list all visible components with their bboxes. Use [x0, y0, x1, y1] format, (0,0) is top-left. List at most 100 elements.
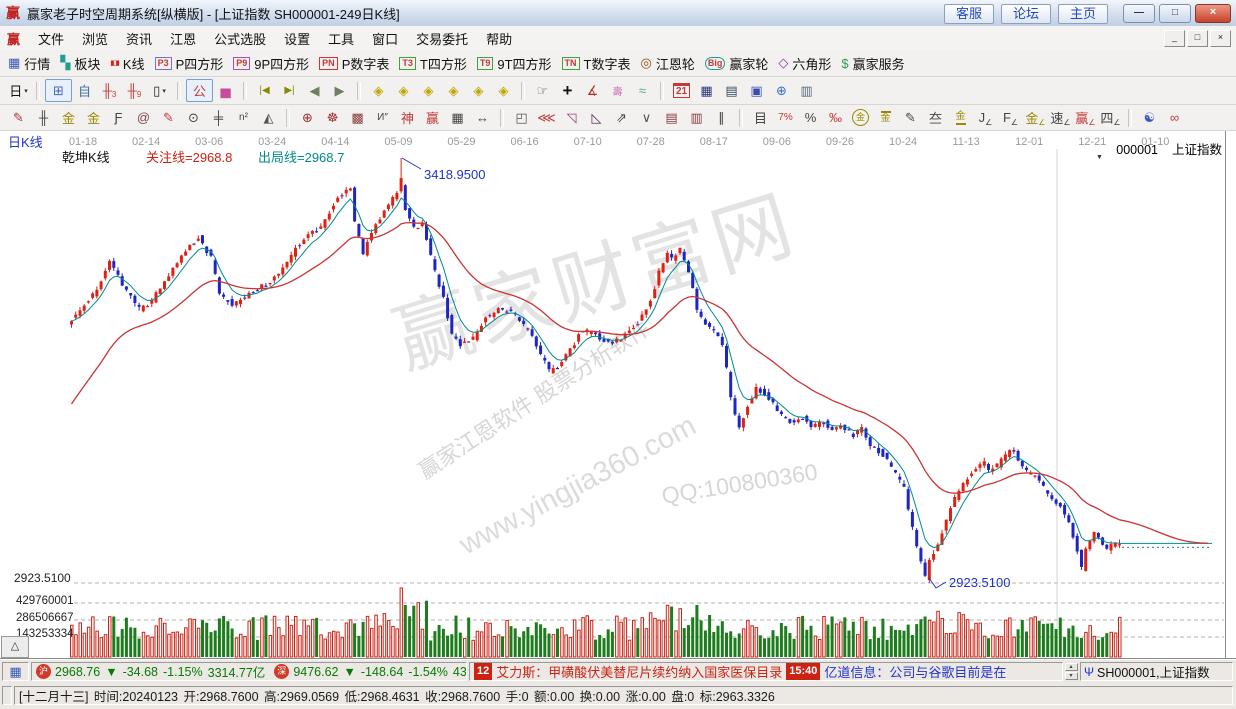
tool-winner-angle[interactable]: 赢∠	[1073, 107, 1098, 128]
tool-hand-tool[interactable]: ☞	[530, 80, 555, 101]
tool-candle-style[interactable]: ▯▾	[147, 80, 172, 101]
tool-colored-report[interactable]: ▅	[213, 80, 238, 101]
tool-tick-marks[interactable]: И″	[370, 107, 395, 128]
tool-expand-y[interactable]: ◈	[441, 80, 466, 101]
tool-four-angle[interactable]: 四∠	[1098, 107, 1123, 128]
toolbar-sectors[interactable]: ▚板块	[60, 54, 100, 73]
tool-candles-9[interactable]: ╫9	[122, 80, 147, 101]
tool-first-page[interactable]: |◀	[252, 80, 277, 101]
tool-percent-tool[interactable]: %	[798, 107, 823, 128]
menu-browse[interactable]: 浏览	[73, 29, 117, 48]
tool-compress-x[interactable]: ◈	[366, 80, 391, 101]
toolbar-9t-square[interactable]: T99T四方形	[477, 54, 552, 73]
close-button[interactable]: ×	[1195, 4, 1231, 23]
tool-yinyang[interactable]: ☯	[1137, 107, 1162, 128]
tool-winner-tool[interactable]: 赢	[420, 107, 445, 128]
tool-expand-x[interactable]: ◈	[391, 80, 416, 101]
tool-fan-filled[interactable]: ◺	[584, 107, 609, 128]
tool-price-grid[interactable]: ▤	[659, 107, 684, 128]
tool-gold-angle[interactable]: 金∠	[1023, 107, 1048, 128]
customer-service-button[interactable]: 客服	[944, 4, 994, 24]
tool-circle-cross[interactable]: ⊕	[295, 107, 320, 128]
menu-file[interactable]: 文件	[29, 29, 73, 48]
symbol-dropdown-icon[interactable]: ▼	[1096, 154, 1103, 161]
tool-compress-all[interactable]: ◈	[466, 80, 491, 101]
tool-net-globe[interactable]: ⊕	[769, 80, 794, 101]
menu-help[interactable]: 帮助	[477, 29, 521, 48]
tool-j-angle[interactable]: J∠	[973, 107, 998, 128]
tool-ruler-comb[interactable]: ╫	[31, 107, 56, 128]
tool-parallel-lines[interactable]: ∥	[709, 107, 734, 128]
tool-permille-tool[interactable]: ‰	[823, 107, 848, 128]
tool-fibonacci-lines[interactable]: Ƒ	[106, 107, 131, 128]
menu-trade[interactable]: 交易委托	[407, 29, 477, 48]
tool-wave-ornament[interactable]: ≈	[630, 80, 655, 101]
toolbar-winner-service[interactable]: $赢家服务	[841, 54, 904, 73]
tool-fan-shaded[interactable]: ◹	[559, 107, 584, 128]
tool-shen-tool[interactable]: 神	[395, 107, 420, 128]
tool-calendar[interactable]: 21	[669, 80, 694, 101]
tool-page-prev[interactable]: ◀	[302, 80, 327, 101]
maximize-button[interactable]: □	[1159, 4, 1191, 23]
tool-grid-arrow[interactable]: ▥	[684, 107, 709, 128]
tool-calculator[interactable]: ▦	[694, 80, 719, 101]
tool-speed-angle[interactable]: 速∠	[1048, 107, 1073, 128]
expand-panel-button[interactable]: △	[1, 636, 29, 658]
tool-crosshair-tool[interactable]: +	[555, 80, 580, 101]
toolbar-winner-wheel[interactable]: Big赢家轮	[705, 54, 769, 73]
tool-tai-box[interactable]: 夳	[923, 107, 948, 128]
tool-grid-target[interactable]: ▩	[345, 107, 370, 128]
tool-compress-y[interactable]: ◈	[416, 80, 441, 101]
forum-button[interactable]: 论坛	[1001, 4, 1051, 24]
tool-fan-lines[interactable]: ⋘	[534, 107, 559, 128]
mdi-close-button[interactable]: ×	[1210, 30, 1231, 47]
tool-brush-tool[interactable]: ✎	[6, 107, 31, 128]
tool-number-grid[interactable]: ▦	[445, 107, 470, 128]
tool-wheel-tool[interactable]: ☸	[320, 107, 345, 128]
tool-angle-tool[interactable]: ∡	[580, 80, 605, 101]
tool-net-computer[interactable]: ▥	[794, 80, 819, 101]
menu-window[interactable]: 窗口	[363, 29, 407, 48]
tool-trend-rays[interactable]: ⇗	[609, 107, 634, 128]
menu-news[interactable]: 资讯	[117, 29, 161, 48]
toolbar-t-square[interactable]: T3T四方形	[399, 54, 466, 73]
tool-infinity[interactable]: ∞	[1162, 107, 1187, 128]
mdi-minimize-button[interactable]: _	[1164, 30, 1185, 47]
menu-tools[interactable]: 工具	[319, 29, 363, 48]
tool-f-angle[interactable]: F∠	[998, 107, 1023, 128]
tool-notes[interactable]: ▤	[719, 80, 744, 101]
tool-grid-ruler[interactable]: ╪	[206, 107, 231, 128]
toolbar-gann-wheel[interactable]: ◎江恩轮	[640, 54, 694, 73]
tool-zigzag[interactable]: ∨	[634, 107, 659, 128]
tool-square-of-nine[interactable]: n²	[231, 107, 256, 128]
mdi-restore-button[interactable]: □	[1187, 30, 1208, 47]
tool-red-pen[interactable]: ✎	[156, 107, 181, 128]
toolbar-p-square[interactable]: P3P四方形	[155, 54, 224, 73]
tool-expand-all[interactable]: ◈	[491, 80, 516, 101]
tool-memo[interactable]: 自	[72, 80, 97, 101]
tool-page-next[interactable]: ▶	[327, 80, 352, 101]
tool-percent-strike[interactable]: 7%	[773, 107, 798, 128]
menu-formula-pick[interactable]: 公式选股	[205, 29, 275, 48]
toolbar-hexagon[interactable]: ◇六角形	[778, 54, 831, 73]
menu-gann[interactable]: 江恩	[161, 29, 205, 48]
minimize-button[interactable]: —	[1123, 4, 1155, 23]
tool-volume-ladder[interactable]: 目	[748, 107, 773, 128]
tool-gold-circle[interactable]: 金	[848, 107, 873, 128]
scroll-down-button[interactable]: ▾	[1065, 672, 1078, 680]
tool-save[interactable]: ▣	[744, 80, 769, 101]
chart-canvas[interactable]: 01-1802-1403-0603-2404-1405-0905-2906-16…	[0, 131, 1236, 659]
tool-gold-section-1[interactable]: 金	[56, 107, 81, 128]
menu-settings[interactable]: 设置	[275, 29, 319, 48]
toolbar-quotes[interactable]: ▦行情	[8, 54, 50, 73]
tool-gann-compass[interactable]: ⊙	[181, 107, 206, 128]
tool-angle-mirror[interactable]: ◭	[256, 107, 281, 128]
tool-gold-section-2[interactable]: 金	[81, 107, 106, 128]
tool-period-day[interactable]: 日▾	[6, 80, 31, 101]
tool-span-arrows[interactable]: ↔	[470, 107, 495, 128]
quote-grid-icon[interactable]: ▦	[2, 662, 29, 681]
home-button[interactable]: 主页	[1058, 4, 1108, 24]
tool-spiral-tool[interactable]: @	[131, 107, 156, 128]
tool-gold-overline[interactable]: 金	[873, 107, 898, 128]
toolbar-t-number-table[interactable]: TNT数字表	[562, 54, 631, 73]
